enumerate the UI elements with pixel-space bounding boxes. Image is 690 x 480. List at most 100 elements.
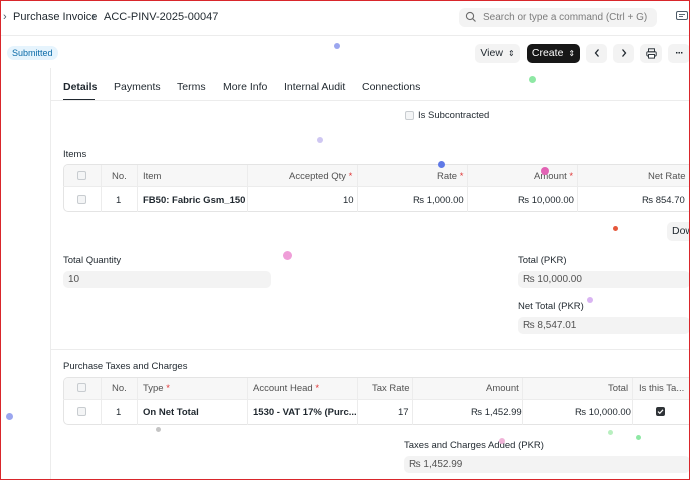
row-rate[interactable]: ₨ 1,000.00: [413, 195, 464, 206]
items-select-all-checkbox[interactable]: [77, 171, 86, 180]
chevron-right-icon: [621, 49, 626, 57]
create-button[interactable]: Create ⇕: [527, 44, 580, 63]
taxes-col-tax-rate: Tax Rate: [372, 383, 410, 394]
chevron-updown-icon: ⇕: [568, 49, 576, 58]
print-button[interactable]: [640, 44, 662, 63]
row-checkbox[interactable]: [77, 407, 86, 416]
col-divider: [357, 165, 358, 212]
items-col-no: No.: [112, 171, 127, 182]
total-quantity-label: Total Quantity: [63, 255, 122, 266]
more-button[interactable]: ···: [668, 44, 690, 63]
section-divider: [50, 349, 690, 350]
download-button[interactable]: Dow: [667, 222, 690, 241]
row-amount[interactable]: ₨ 10,000.00: [518, 195, 574, 206]
taxes-section-title: Purchase Taxes and Charges: [63, 361, 188, 372]
download-button-label: Dow: [672, 225, 690, 237]
row-divider: [63, 186, 690, 187]
marker-dot: [317, 137, 323, 143]
taxes-col-amount: Amount: [486, 383, 519, 394]
marker-dot: [636, 435, 641, 440]
prev-button[interactable]: [586, 44, 607, 63]
col-divider: [577, 165, 578, 212]
col-divider: [467, 165, 468, 212]
taxes-col-no: No.: [112, 383, 127, 394]
search-icon: [465, 11, 476, 22]
total-quantity-field[interactable]: 10: [63, 271, 271, 288]
col-divider: [247, 165, 248, 212]
view-button[interactable]: View ⇕: [475, 44, 520, 63]
taxes-added-label: Taxes and Charges Added (PKR): [404, 440, 544, 451]
row-account-head[interactable]: 1530 - VAT 17% (Purc...: [253, 407, 357, 418]
chevron-updown-icon: ⇕: [507, 49, 515, 58]
row-divider: [63, 399, 690, 400]
is-subcontracted-checkbox[interactable]: [405, 111, 414, 120]
tab-terms[interactable]: Terms: [177, 81, 206, 93]
taxes-col-type: Type *: [143, 383, 170, 394]
is-subcontracted-label: Is Subcontracted: [418, 110, 490, 121]
row-is-this-tax-checkbox[interactable]: [656, 407, 665, 416]
taxes-col-total: Total: [608, 383, 629, 394]
items-col-amount: Amount *: [534, 171, 574, 182]
row-checkbox[interactable]: [77, 195, 86, 204]
view-button-label: View: [480, 47, 503, 59]
marker-dot: [529, 76, 536, 83]
total-field[interactable]: ₨ 10,000.00: [518, 271, 690, 288]
row-accepted-qty[interactable]: 10: [343, 195, 354, 206]
marker-dot: [283, 251, 292, 260]
marker-dot: [541, 167, 549, 175]
row-tax-rate[interactable]: 17: [398, 407, 409, 418]
create-button-label: Create: [531, 47, 564, 59]
navbar: › Purchase Invoice › ACC-PINV-2025-00047…: [0, 0, 690, 36]
taxes-select-all-checkbox[interactable]: [77, 383, 86, 392]
taxes-col-account-head: Account Head *: [253, 383, 320, 394]
col-divider: [357, 378, 358, 425]
marker-dot: [608, 430, 613, 435]
net-total-label: Net Total (PKR): [518, 301, 584, 312]
col-divider: [247, 378, 248, 425]
printer-icon: [645, 48, 657, 59]
marker-dot: [334, 43, 340, 49]
row-total[interactable]: ₨ 10,000.00: [575, 407, 631, 418]
search-placeholder: Search or type a command (Ctrl + G): [483, 12, 648, 23]
next-button[interactable]: [613, 44, 634, 63]
row-net-rate[interactable]: ₨ 854.70: [642, 195, 685, 206]
col-divider: [101, 165, 102, 212]
row-no: 1: [116, 195, 122, 206]
search-bar[interactable]: Search or type a command (Ctrl + G): [459, 8, 657, 27]
row-item[interactable]: FB50: Fabric Gsm_150: [143, 195, 245, 206]
chevron-left-icon: [594, 49, 599, 57]
tab-more-info[interactable]: More Info: [223, 81, 267, 93]
net-total-field[interactable]: ₨ 8,547.01: [518, 317, 690, 334]
items-col-item: Item: [143, 171, 162, 182]
row-amount[interactable]: ₨ 1,452.99: [471, 407, 522, 418]
breadcrumb-chevron-icon: ›: [92, 11, 96, 23]
tab-details[interactable]: Details: [63, 81, 97, 93]
marker-dot: [613, 226, 618, 231]
tab-internal-audit[interactable]: Internal Audit: [284, 81, 345, 93]
col-divider: [137, 165, 138, 212]
row-type[interactable]: On Net Total: [143, 407, 199, 418]
tabs-divider: [50, 100, 690, 101]
breadcrumb-docname[interactable]: ACC-PINV-2025-00047: [104, 11, 218, 23]
more-icon: ···: [675, 47, 683, 59]
items-col-net-rate: Net Rate: [648, 171, 686, 182]
tab-connections[interactable]: Connections: [362, 81, 420, 93]
items-section-title: Items: [63, 149, 87, 160]
col-divider: [522, 378, 523, 425]
check-icon: [657, 409, 664, 415]
col-divider: [101, 378, 102, 425]
chat-icon[interactable]: [676, 11, 688, 22]
tab-payments[interactable]: Payments: [114, 81, 161, 93]
items-col-rate: Rate *: [437, 171, 464, 182]
total-label: Total (PKR): [518, 255, 567, 266]
marker-dot: [156, 427, 161, 432]
items-col-accepted-qty: Accepted Qty *: [289, 171, 353, 182]
col-divider: [137, 378, 138, 425]
taxes-added-field[interactable]: ₨ 1,452.99: [404, 456, 690, 473]
marker-dot: [499, 438, 505, 444]
col-divider: [412, 378, 413, 425]
row-no: 1: [116, 407, 122, 418]
status-badge: Submitted: [7, 46, 58, 60]
marker-dot: [587, 297, 593, 303]
breadcrumb-doctype[interactable]: Purchase Invoice: [13, 11, 97, 23]
